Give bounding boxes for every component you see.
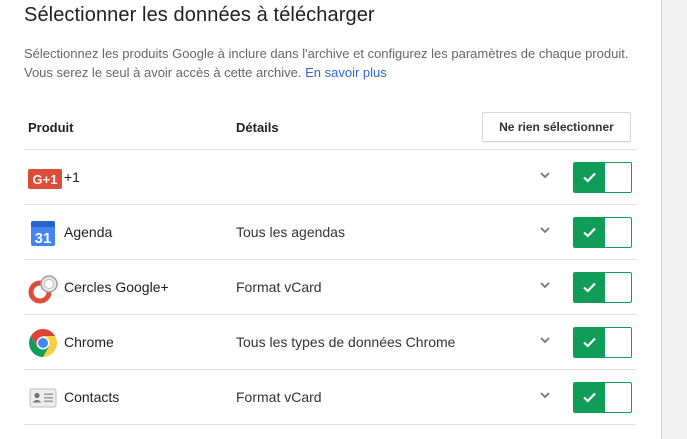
product-row-agenda: 31 Agenda Tous les agendas [24, 205, 636, 260]
product-toggle[interactable] [573, 327, 632, 358]
toggle-on-indicator [574, 383, 605, 412]
column-header-details: Détails [236, 120, 279, 135]
page-description: Sélectionnez les produits Google à inclu… [24, 44, 644, 82]
product-toggle[interactable] [573, 382, 632, 413]
chevron-down-icon[interactable] [538, 388, 552, 402]
toggle-on-indicator [574, 328, 605, 357]
product-toggle[interactable] [573, 272, 632, 303]
checkmark-icon [583, 227, 596, 238]
google-plus-one-icon: G+1 [28, 163, 62, 193]
checkmark-icon [583, 337, 596, 348]
checkmark-icon [583, 392, 596, 403]
svg-text:G+1: G+1 [33, 172, 58, 187]
chevron-down-icon[interactable] [538, 278, 552, 292]
product-detail: Format vCard [236, 279, 322, 295]
product-name: Chrome [64, 334, 114, 350]
chrome-icon [28, 328, 58, 358]
column-header-product: Produit [28, 120, 74, 135]
toggle-on-indicator [574, 273, 605, 302]
product-detail: Tous les types de données Chrome [236, 334, 456, 350]
calendar-icon: 31 [28, 218, 58, 248]
product-toggle[interactable] [573, 217, 632, 248]
toggle-on-indicator [574, 163, 605, 192]
chevron-down-icon[interactable] [538, 333, 552, 347]
google-circles-icon [28, 273, 58, 304]
product-toggle[interactable] [573, 162, 632, 193]
product-detail: Tous les agendas [236, 224, 345, 240]
chevron-down-icon[interactable] [538, 168, 552, 182]
product-row-contacts: Contacts Format vCard [24, 370, 636, 425]
takeout-card: Sélectionner les données à télécharger S… [0, 0, 662, 439]
svg-text:31: 31 [35, 230, 52, 247]
product-name: Agenda [64, 224, 113, 240]
contacts-icon [28, 383, 58, 413]
checkmark-icon [583, 172, 596, 183]
product-row-plus-one: G+1 +1 [24, 150, 636, 205]
product-detail: Format vCard [236, 389, 322, 405]
table-header: Produit Détails Ne rien sélectionner [24, 108, 636, 150]
product-name: Contacts [64, 389, 120, 405]
product-row-chrome: Chrome Tous les types de données Chrome [24, 315, 636, 370]
product-name: Cercles Google+ [64, 279, 169, 295]
learn-more-link[interactable]: En savoir plus [305, 65, 387, 80]
page-title: Sélectionner les données à télécharger [24, 4, 375, 26]
chevron-down-icon[interactable] [538, 223, 552, 237]
product-name: +1 [64, 169, 80, 185]
toggle-on-indicator [574, 218, 605, 247]
product-row-circles: Cercles Google+ Format vCard [24, 260, 636, 315]
select-none-button[interactable]: Ne rien sélectionner [482, 112, 631, 142]
checkmark-icon [583, 282, 596, 293]
